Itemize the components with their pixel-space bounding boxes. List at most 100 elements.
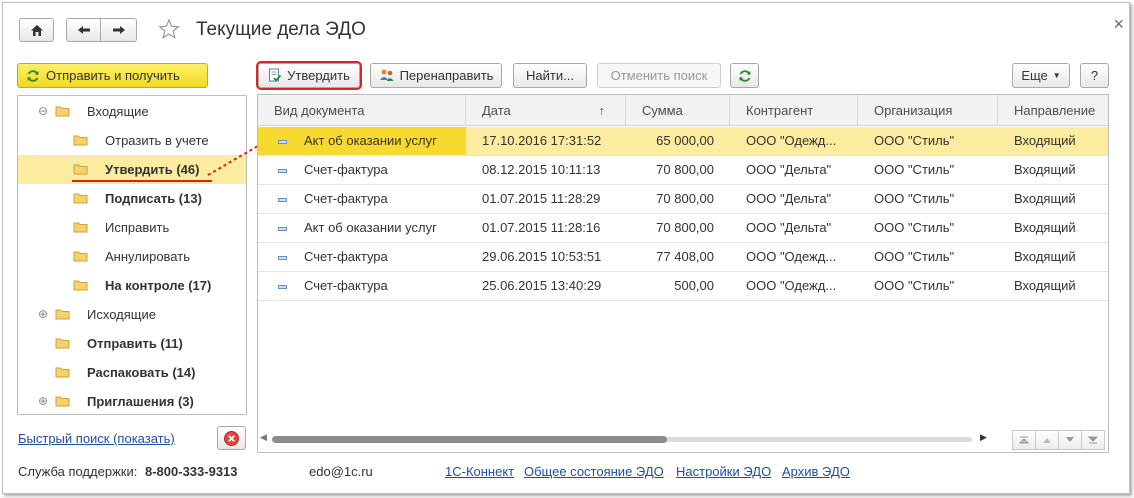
refresh-icon	[27, 69, 39, 82]
table-cell: Входящий	[1014, 191, 1076, 206]
tree-item[interactable]: ⊖ Входящие	[18, 97, 246, 126]
redirect-label: Перенаправить	[399, 68, 494, 83]
close-icon[interactable]: ×	[1113, 14, 1124, 35]
table-row[interactable]: Счет-фактура 08.12.2015 10:11:13 70 800,00…	[258, 156, 1108, 185]
tree-item[interactable]: На контроле (17)	[18, 271, 246, 300]
table-cell: ООО "Стиль"	[874, 191, 955, 206]
table-cell: ООО "Одежд...	[746, 133, 837, 148]
refresh-button[interactable]	[730, 63, 759, 88]
column-header[interactable]: Направление	[998, 95, 1108, 126]
tree-item-label: Утвердить (46)	[105, 162, 200, 177]
horizontal-scrollbar[interactable]: ◀ ▶	[258, 431, 993, 447]
table-row[interactable]: Счет-фактура 25.06.2015 13:40:29 500,00 ООО…	[258, 272, 1108, 301]
clear-icon	[224, 430, 239, 446]
tree-item[interactable]: Исправить	[18, 213, 246, 242]
tree-item[interactable]: Распаковать (14)	[18, 358, 246, 387]
table-row[interactable]: Акт об оказании услуг 01.07.2015 11:28:16…	[258, 214, 1108, 243]
clear-filter-button[interactable]	[217, 426, 246, 450]
table-cell: Счет-фактура	[304, 278, 388, 293]
table-row[interactable]: Счет-фактура 29.06.2015 10:53:51 77 408,00…	[258, 243, 1108, 272]
collapse-icon[interactable]: ⊖	[38, 105, 48, 117]
column-header[interactable]: Вид документа	[258, 95, 466, 126]
document-icon	[278, 198, 287, 202]
approve-doc-icon	[269, 68, 282, 82]
document-icon	[278, 227, 287, 231]
folder-icon	[55, 308, 70, 323]
link-edo-status[interactable]: Общее состояние ЭДО	[524, 464, 664, 479]
tree-item[interactable]: ⊕ Приглашения (3)	[18, 387, 246, 416]
table-row[interactable]: Счет-фактура 01.07.2015 11:28:29 70 800,00…	[258, 185, 1108, 214]
table-cell: Входящий	[1014, 278, 1076, 293]
cancel-search-button: Отменить поиск	[597, 63, 721, 88]
back-button[interactable]	[66, 18, 101, 42]
table-cell: 77 408,00	[656, 249, 714, 264]
table-cell: ООО "Стиль"	[874, 133, 955, 148]
column-header-label: Организация	[874, 103, 953, 118]
folder-icon	[55, 395, 70, 410]
scroll-right-icon[interactable]: ▶	[980, 432, 987, 443]
table-cell: Входящий	[1014, 220, 1076, 235]
link-edo-settings[interactable]: Настройки ЭДО	[676, 464, 771, 479]
column-header[interactable]: Контрагент	[730, 95, 858, 126]
column-header[interactable]: Организация	[858, 95, 998, 126]
tree-item[interactable]: Отправить (11)	[18, 329, 246, 358]
folder-icon	[73, 221, 88, 236]
prev-record-icon[interactable]	[1035, 430, 1059, 450]
favorite-star-icon[interactable]	[158, 18, 180, 43]
tree-item-label: Приглашения (3)	[87, 394, 194, 409]
table-cell: 17.10.2016 17:31:52	[482, 133, 602, 148]
chevron-down-icon: ▼	[1052, 71, 1061, 80]
column-header-label: Направление	[1014, 103, 1096, 118]
table-cell: ООО "Стиль"	[874, 278, 955, 293]
tree-item-label: Отправить (11)	[87, 336, 183, 351]
folder-icon	[73, 163, 88, 178]
expand-icon[interactable]: ⊕	[38, 308, 48, 320]
table-cell: ООО "Дельта"	[746, 191, 832, 206]
table-header: Вид документа Дата ↑ Сумма Контрагент Организ…	[258, 95, 1108, 126]
redirect-button[interactable]: Перенаправить	[370, 63, 502, 88]
last-record-icon[interactable]	[1081, 430, 1105, 450]
more-button[interactable]: Еще ▼	[1012, 63, 1070, 88]
tree-item[interactable]: Аннулировать	[18, 242, 246, 271]
column-header-label: Вид документа	[274, 103, 365, 118]
tree-item-label: Подписать (13)	[105, 191, 202, 206]
column-header[interactable]: Сумма	[626, 95, 730, 126]
link-edo-archive[interactable]: Архив ЭДО	[782, 464, 850, 479]
column-header[interactable]: Дата ↑	[466, 95, 626, 126]
approve-label: Утвердить	[287, 68, 350, 83]
table-cell: Счет-фактура	[304, 191, 388, 206]
send-receive-label: Отправить и получить	[46, 68, 180, 83]
folder-icon	[55, 337, 70, 352]
scroll-thumb[interactable]	[272, 436, 667, 443]
find-button[interactable]: Найти...	[513, 63, 587, 88]
tree-item-label: Исходящие	[87, 307, 156, 322]
table-cell: ООО "Дельта"	[746, 220, 832, 235]
table-cell: 01.07.2015 11:28:29	[482, 191, 601, 206]
tree-item[interactable]: Подписать (13)	[18, 184, 246, 213]
document-icon	[278, 285, 287, 289]
table-cell: Акт об оказании услуг	[304, 133, 437, 148]
tree-item[interactable]: ⊕ Исходящие	[18, 300, 246, 329]
approve-button[interactable]: Утвердить	[256, 61, 362, 90]
link-1c-connect[interactable]: 1С-Коннект	[445, 464, 514, 479]
table-cell: ООО "Одежд...	[746, 249, 837, 264]
record-navigation	[1012, 430, 1105, 450]
send-receive-button[interactable]: Отправить и получить	[17, 63, 208, 88]
page-title: Текущие дела ЭДО	[196, 19, 366, 40]
documents-table: Вид документа Дата ↑ Сумма Контрагент Организ…	[257, 94, 1109, 453]
scroll-left-icon[interactable]: ◀	[260, 432, 267, 443]
table-cell: Акт об оказании услуг	[304, 220, 437, 235]
help-button[interactable]: ?	[1080, 63, 1109, 88]
home-button[interactable]	[19, 18, 54, 42]
quick-search-link[interactable]: Быстрый поиск (показать)	[18, 431, 175, 446]
table-row[interactable]: Акт об оказании услуг 17.10.2016 17:31:52…	[258, 127, 1108, 156]
column-header-label: Контрагент	[746, 103, 814, 118]
forward-button[interactable]	[100, 18, 137, 42]
home-icon	[30, 24, 43, 36]
tree-item-label: Отразить в учете	[105, 133, 209, 148]
first-record-icon[interactable]	[1012, 430, 1036, 450]
document-icon	[278, 140, 287, 144]
table-cell: Счет-фактура	[304, 162, 388, 177]
next-record-icon[interactable]	[1058, 430, 1082, 450]
expand-icon[interactable]: ⊕	[38, 395, 48, 407]
